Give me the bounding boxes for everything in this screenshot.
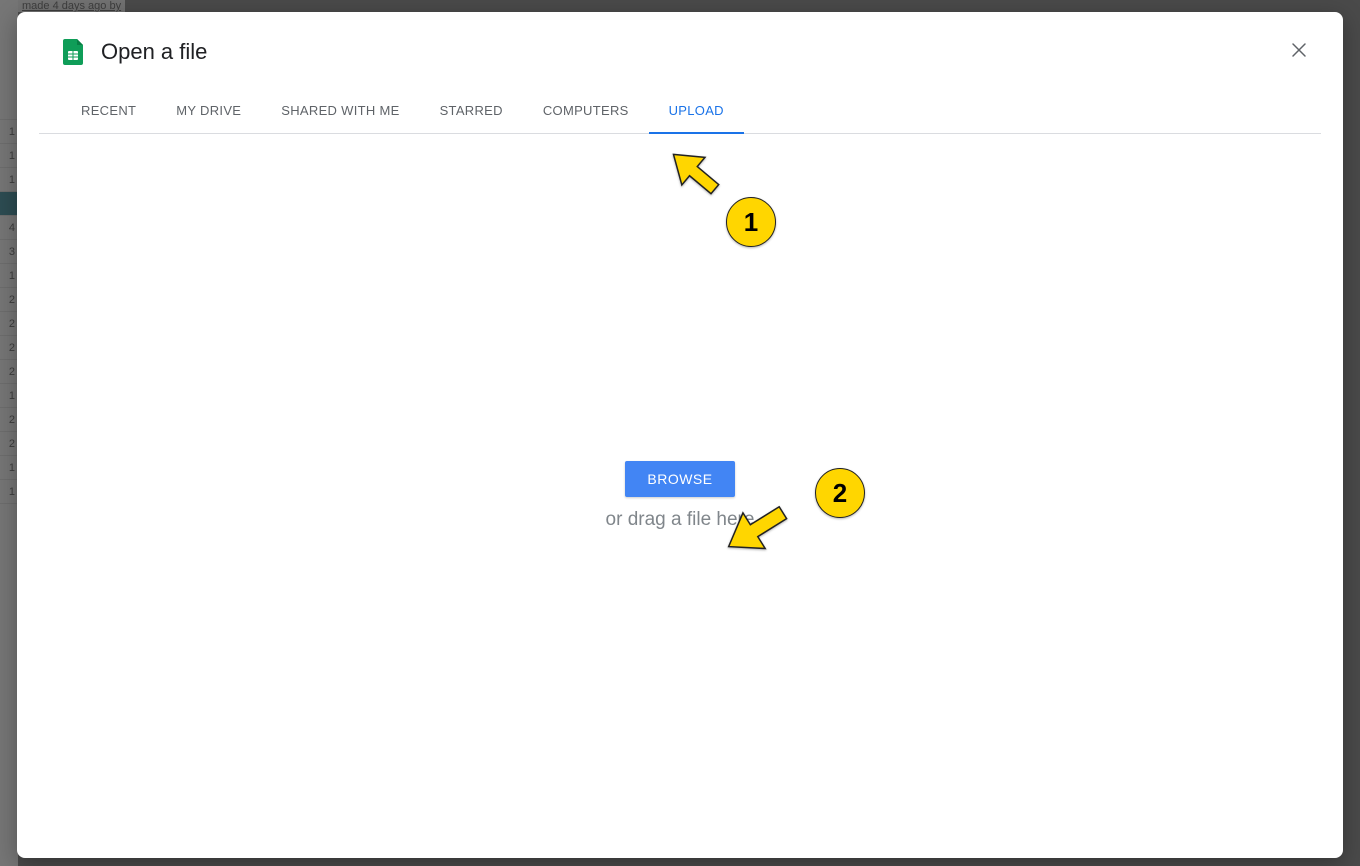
upload-drop-area[interactable]: BROWSE or drag a file here [17,134,1343,858]
modal-header: Open a file [17,12,1343,88]
modal-title: Open a file [101,39,207,65]
tab-shared-with-me[interactable]: SHARED WITH ME [261,89,419,134]
tabs-bar: RECENT MY DRIVE SHARED WITH ME STARRED C… [39,88,1321,134]
close-button[interactable] [1283,36,1315,68]
tab-my-drive[interactable]: MY DRIVE [156,89,261,134]
tab-upload[interactable]: UPLOAD [649,89,744,134]
tab-recent[interactable]: RECENT [61,89,156,134]
tab-computers[interactable]: COMPUTERS [523,89,649,134]
browse-button[interactable]: BROWSE [625,461,734,497]
open-file-modal: Open a file RECENT MY DRIVE SHARED WITH … [17,12,1343,858]
close-icon [1290,41,1308,64]
sheets-icon [63,39,83,65]
tab-starred[interactable]: STARRED [420,89,523,134]
drag-hint-text: or drag a file here [606,509,755,531]
